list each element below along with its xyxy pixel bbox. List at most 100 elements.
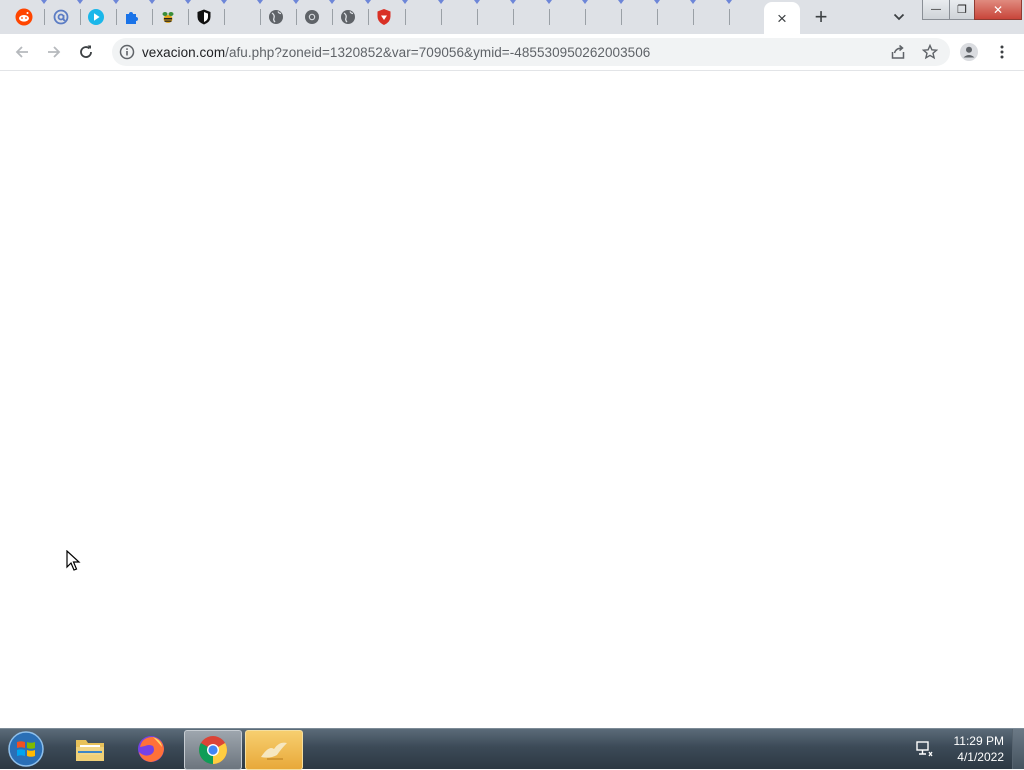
tab-active[interactable]: × [764,2,800,34]
reload-button[interactable] [72,38,100,66]
globe-icon [339,8,357,26]
network-icon[interactable] [914,739,934,759]
url-path: /afu.php?zoneid=1320852&var=709056&ymid=… [225,45,651,60]
show-desktop-button[interactable] [1012,729,1024,769]
menu-button[interactable] [988,38,1016,66]
system-clock[interactable]: 11:29 PM 4/1/2022 [940,733,1004,765]
tab-separator [693,9,694,25]
tab-loading-marker [113,0,119,4]
tab-separator [621,9,622,25]
tab-search-button[interactable] [888,6,910,28]
tab-red-shield[interactable] [368,0,400,34]
tab-loading-marker [149,0,155,4]
share-icon [891,44,905,59]
info-icon[interactable] [118,43,136,61]
tab-loading-marker [221,0,227,4]
tab-email[interactable] [45,0,77,34]
tab-loading-marker [41,0,47,4]
mouse-cursor-icon [66,550,81,571]
forward-button[interactable] [40,38,68,66]
tab-reddit[interactable] [8,0,40,34]
reload-icon [80,45,92,58]
tab-loading-marker [510,0,516,4]
tab-globe-2[interactable] [332,0,364,34]
tab-separator [477,9,478,25]
clock-date: 4/1/2022 [957,750,1004,764]
taskbar-file-explorer[interactable] [62,730,118,768]
star-icon [922,44,938,60]
taskbar-firefox[interactable] [123,730,179,768]
avatar-icon [960,43,978,61]
tab-separator [585,9,586,25]
tab-loading-marker [365,0,371,4]
url-host: vexacion.com [142,45,226,60]
close-icon: ✕ [992,2,1004,17]
bookmark-button[interactable] [919,41,941,63]
tab-globe-1[interactable] [260,0,292,34]
url-text[interactable]: vexacion.com/afu.php?zoneid=1320852&var=… [142,45,650,60]
minimize-button[interactable]: — [922,0,950,20]
tab-bee[interactable] [152,0,184,34]
at-sign-icon [52,8,70,26]
tab-loading-marker [329,0,335,4]
taskbar-active-app[interactable] [245,730,303,770]
tab-loading-marker [690,0,696,4]
browser-toolbar: vexacion.com/afu.php?zoneid=1320852&var=… [0,34,1024,71]
app-icon [261,742,287,760]
tab-shield[interactable] [188,0,220,34]
red-shield-icon [375,8,393,26]
chrome-gray-icon [303,8,321,26]
taskbar-chrome[interactable] [184,730,242,770]
start-button[interactable] [6,731,46,767]
tab-separator [513,9,514,25]
tab-separator [549,9,550,25]
restore-icon: ❐ [957,4,967,16]
tab-loading-marker [185,0,191,4]
tab-extensions[interactable] [116,0,148,34]
tab-loading-marker [474,0,480,4]
kebab-menu-icon [1000,45,1004,59]
plus-icon: + [814,4,828,29]
back-button[interactable] [8,38,36,66]
globe-icon [267,8,285,26]
chevron-down-icon [893,13,905,21]
share-button[interactable] [887,41,909,63]
restore-button[interactable]: ❐ [949,0,975,20]
tab-loading-marker [654,0,660,4]
address-bar[interactable]: vexacion.com/afu.php?zoneid=1320852&var=… [112,38,950,66]
profile-button[interactable] [955,38,983,66]
arrow-right-icon [48,46,61,58]
reddit-icon [15,8,33,26]
tab-loading-marker [438,0,444,4]
close-window-button[interactable]: ✕ [974,0,1022,20]
tab-loading-marker [546,0,552,4]
tab-strip: × + — ❐ ✕ [0,0,1024,34]
tab-loading-marker [582,0,588,4]
minimize-icon: — [931,4,941,15]
tab-separator [405,9,406,25]
shield-icon [195,8,213,26]
bee-icon [159,8,177,26]
folder-icon [76,740,104,761]
tab-separator [657,9,658,25]
tab-loading-marker [726,0,732,4]
clock-time: 11:29 PM [953,734,1004,748]
play-icon [87,8,105,26]
tab-chrome[interactable] [296,0,328,34]
page-content[interactable] [0,71,1024,728]
new-tab-button[interactable]: + [809,5,833,29]
tab-loading-marker [402,0,408,4]
tab-loading-marker [77,0,83,4]
tab-separator [729,9,730,25]
tab-loading-marker [293,0,299,4]
firefox-icon [138,736,164,762]
puzzle-icon [123,8,141,26]
windows-orb-icon [8,731,44,767]
tab-loading-marker [618,0,624,4]
chrome-icon [199,736,227,764]
tab-blank[interactable] [224,0,260,34]
tab-separator [441,9,442,25]
arrow-left-icon [15,46,28,58]
close-tab-icon[interactable]: × [777,10,787,27]
tab-video[interactable] [80,0,112,34]
